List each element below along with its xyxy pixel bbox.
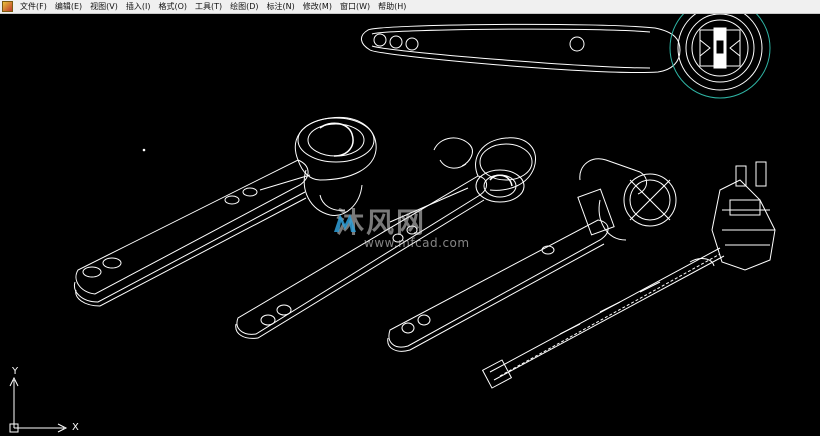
menu-window[interactable]: 窗口(W) bbox=[336, 0, 374, 13]
menu-format[interactable]: 格式(O) bbox=[154, 0, 191, 13]
menu-view[interactable]: 视图(V) bbox=[86, 0, 122, 13]
watermark-url: www.mfcad.com bbox=[364, 236, 470, 250]
menu-draw[interactable]: 绘图(D) bbox=[226, 0, 262, 13]
menu-tools[interactable]: 工具(T) bbox=[191, 0, 226, 13]
wrench-3 bbox=[387, 158, 677, 352]
wrench-4 bbox=[481, 161, 776, 389]
drawing-viewport[interactable]: 沐风网 www.mfcad.com Y X bbox=[0, 14, 820, 433]
menu-edit[interactable]: 编辑(E) bbox=[51, 0, 86, 13]
ucs-y-label: Y bbox=[12, 366, 19, 377]
mf-logo-icon bbox=[334, 214, 356, 232]
menu-dimension[interactable]: 标注(N) bbox=[263, 0, 299, 13]
menu-insert[interactable]: 插入(I) bbox=[122, 0, 155, 13]
wrench-top-view bbox=[361, 14, 763, 91]
menu-file[interactable]: 文件(F) bbox=[16, 0, 51, 13]
app-icon[interactable] bbox=[2, 1, 13, 12]
ucs-x-label: X bbox=[72, 422, 79, 433]
menu-bar: 文件(F) 编辑(E) 视图(V) 插入(I) 格式(O) 工具(T) 绘图(D… bbox=[0, 0, 820, 14]
menu-modify[interactable]: 修改(M) bbox=[299, 0, 336, 13]
watermark: 沐风网 www.mfcad.com bbox=[330, 208, 470, 250]
menu-help[interactable]: 帮助(H) bbox=[374, 0, 410, 13]
ucs-icon: Y X bbox=[8, 366, 88, 436]
